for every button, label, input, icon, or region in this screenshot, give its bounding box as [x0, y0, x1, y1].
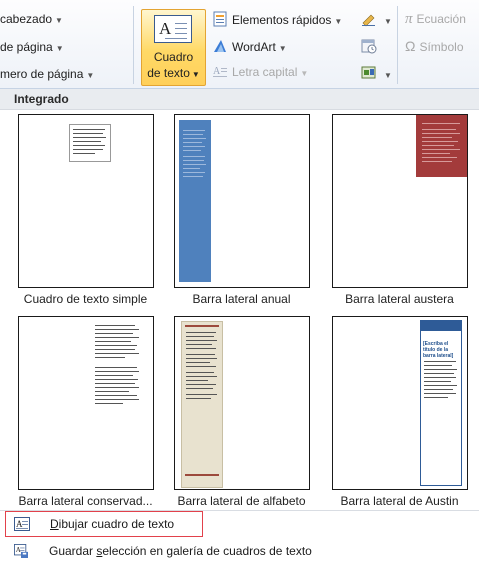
wordart-label: WordArt [232, 40, 276, 54]
gallery-item-simple-text-box[interactable]: Cuadro de texto simple [13, 110, 158, 308]
thumbnail-austin: [Escriba el título de la barra lateral] [332, 316, 468, 490]
thumbnail-austere [332, 114, 468, 288]
wordart-icon [214, 40, 226, 52]
group-divider [133, 6, 134, 84]
group-divider [397, 6, 398, 84]
chevron-down-icon: ▼ [334, 17, 343, 26]
thumbnail-simple [18, 114, 154, 288]
ribbon-insert-text-group: cabezado ▼ de página ▼ mero de página ▼ A C… [0, 0, 479, 89]
gallery-item-austin-sidebar[interactable]: [Escriba el título de la barra lateral] … [327, 312, 472, 510]
thumbnail-alphabet [174, 316, 310, 490]
text-box-label-line1: Cuadro [153, 50, 194, 64]
chevron-down-icon: ▼ [55, 16, 63, 25]
chevron-down-icon: ▼ [384, 71, 392, 80]
gallery-item-annual-sidebar[interactable]: Barra lateral anual [169, 110, 314, 308]
page-number-button[interactable]: mero de página ▼ [0, 67, 94, 81]
austin-sidebar-panel: [Escriba el título de la barra lateral] [420, 320, 462, 486]
gallery-caption: Barra lateral conservad... [18, 494, 153, 508]
text-box-icon: A [154, 15, 192, 43]
gallery-caption: Barra lateral de Austin [340, 494, 459, 508]
drop-cap-label: Letra capital [232, 65, 298, 79]
quick-parts-icon [213, 11, 227, 27]
gallery-item-austere-sidebar[interactable]: Barra lateral austera [327, 110, 472, 308]
page-number-label: mero de página [0, 67, 84, 81]
pi-icon: π [405, 11, 413, 27]
gallery-item-alphabet-sidebar[interactable]: Barra lateral de alfabeto [169, 312, 314, 510]
draw-text-box-icon: A [14, 517, 30, 531]
signature-line-icon [362, 14, 375, 27]
equation-label: Ecuación [416, 12, 466, 26]
equation-button[interactable]: π Ecuación [405, 11, 466, 28]
gallery-caption: Barra lateral de alfabeto [177, 494, 306, 508]
drop-cap-icon: A [213, 66, 227, 77]
svg-text:A: A [16, 519, 23, 529]
wordart-button[interactable]: WordArt ▼ [213, 38, 287, 54]
chevron-down-icon: ▼ [86, 71, 95, 80]
signature-line-button[interactable]: ▼ [361, 11, 392, 27]
austin-heading: [Escriba el título de la barra lateral] [423, 341, 454, 359]
footer-label: de página [0, 40, 53, 54]
save-to-gallery-label: Guardar selección en galería de cuadros … [49, 544, 312, 558]
austere-red-block [416, 115, 467, 177]
gallery-item-conservative-sidebar[interactable]: Barra lateral conservad... [13, 312, 158, 510]
quick-parts-button[interactable]: Elementos rápidos ▼ [213, 11, 342, 27]
text-box-label-line2: de texto ▼ [147, 66, 200, 80]
annual-blue-bar [179, 120, 211, 282]
gallery-section-title: Integrado [0, 89, 479, 110]
save-to-gallery-menu-item[interactable]: A Guardar selección en galería de cuadro… [5, 539, 475, 565]
chevron-down-icon: ▼ [278, 44, 287, 53]
quick-parts-label: Elementos rápidos [232, 13, 332, 27]
date-time-icon [361, 39, 377, 54]
draw-text-box-menu-item[interactable]: A Dibujar cuadro de texto [5, 511, 203, 537]
svg-text:A: A [16, 546, 21, 554]
gallery-caption: Barra lateral anual [192, 292, 291, 306]
chevron-down-icon: ▼ [55, 44, 64, 53]
thumbnail-annual [174, 114, 310, 288]
text-box-gallery: Cuadro de texto simple Barra lateral anu… [0, 110, 479, 510]
insert-object-button[interactable]: ▼ [361, 65, 392, 81]
svg-text:A: A [213, 66, 221, 77]
text-box-button[interactable]: A Cuadro de texto ▼ [141, 9, 206, 86]
insert-object-icon [361, 66, 376, 79]
gallery-caption: Cuadro de texto simple [23, 292, 148, 306]
thumbnail-conservative [18, 316, 154, 490]
drop-cap-button[interactable]: A Letra capital ▼ [213, 65, 308, 79]
chevron-down-icon: ▼ [300, 69, 309, 78]
header-button[interactable]: cabezado ▼ [0, 12, 63, 26]
chevron-down-icon: ▼ [384, 17, 392, 26]
save-selection-gallery-icon: A [14, 544, 28, 558]
chevron-down-icon: ▼ [191, 70, 200, 79]
symbol-button[interactable]: Ω Símbolo [405, 38, 464, 54]
symbol-label: Símbolo [419, 40, 464, 54]
draw-text-box-label: Dibujar cuadro de texto [50, 517, 175, 531]
date-time-button[interactable] [361, 38, 381, 54]
gallery-caption: Barra lateral austera [345, 292, 454, 306]
omega-icon: Ω [405, 38, 416, 54]
header-label: cabezado [0, 12, 53, 26]
alphabet-sidebar-panel [181, 321, 223, 488]
footer-button[interactable]: de página ▼ [0, 40, 64, 54]
